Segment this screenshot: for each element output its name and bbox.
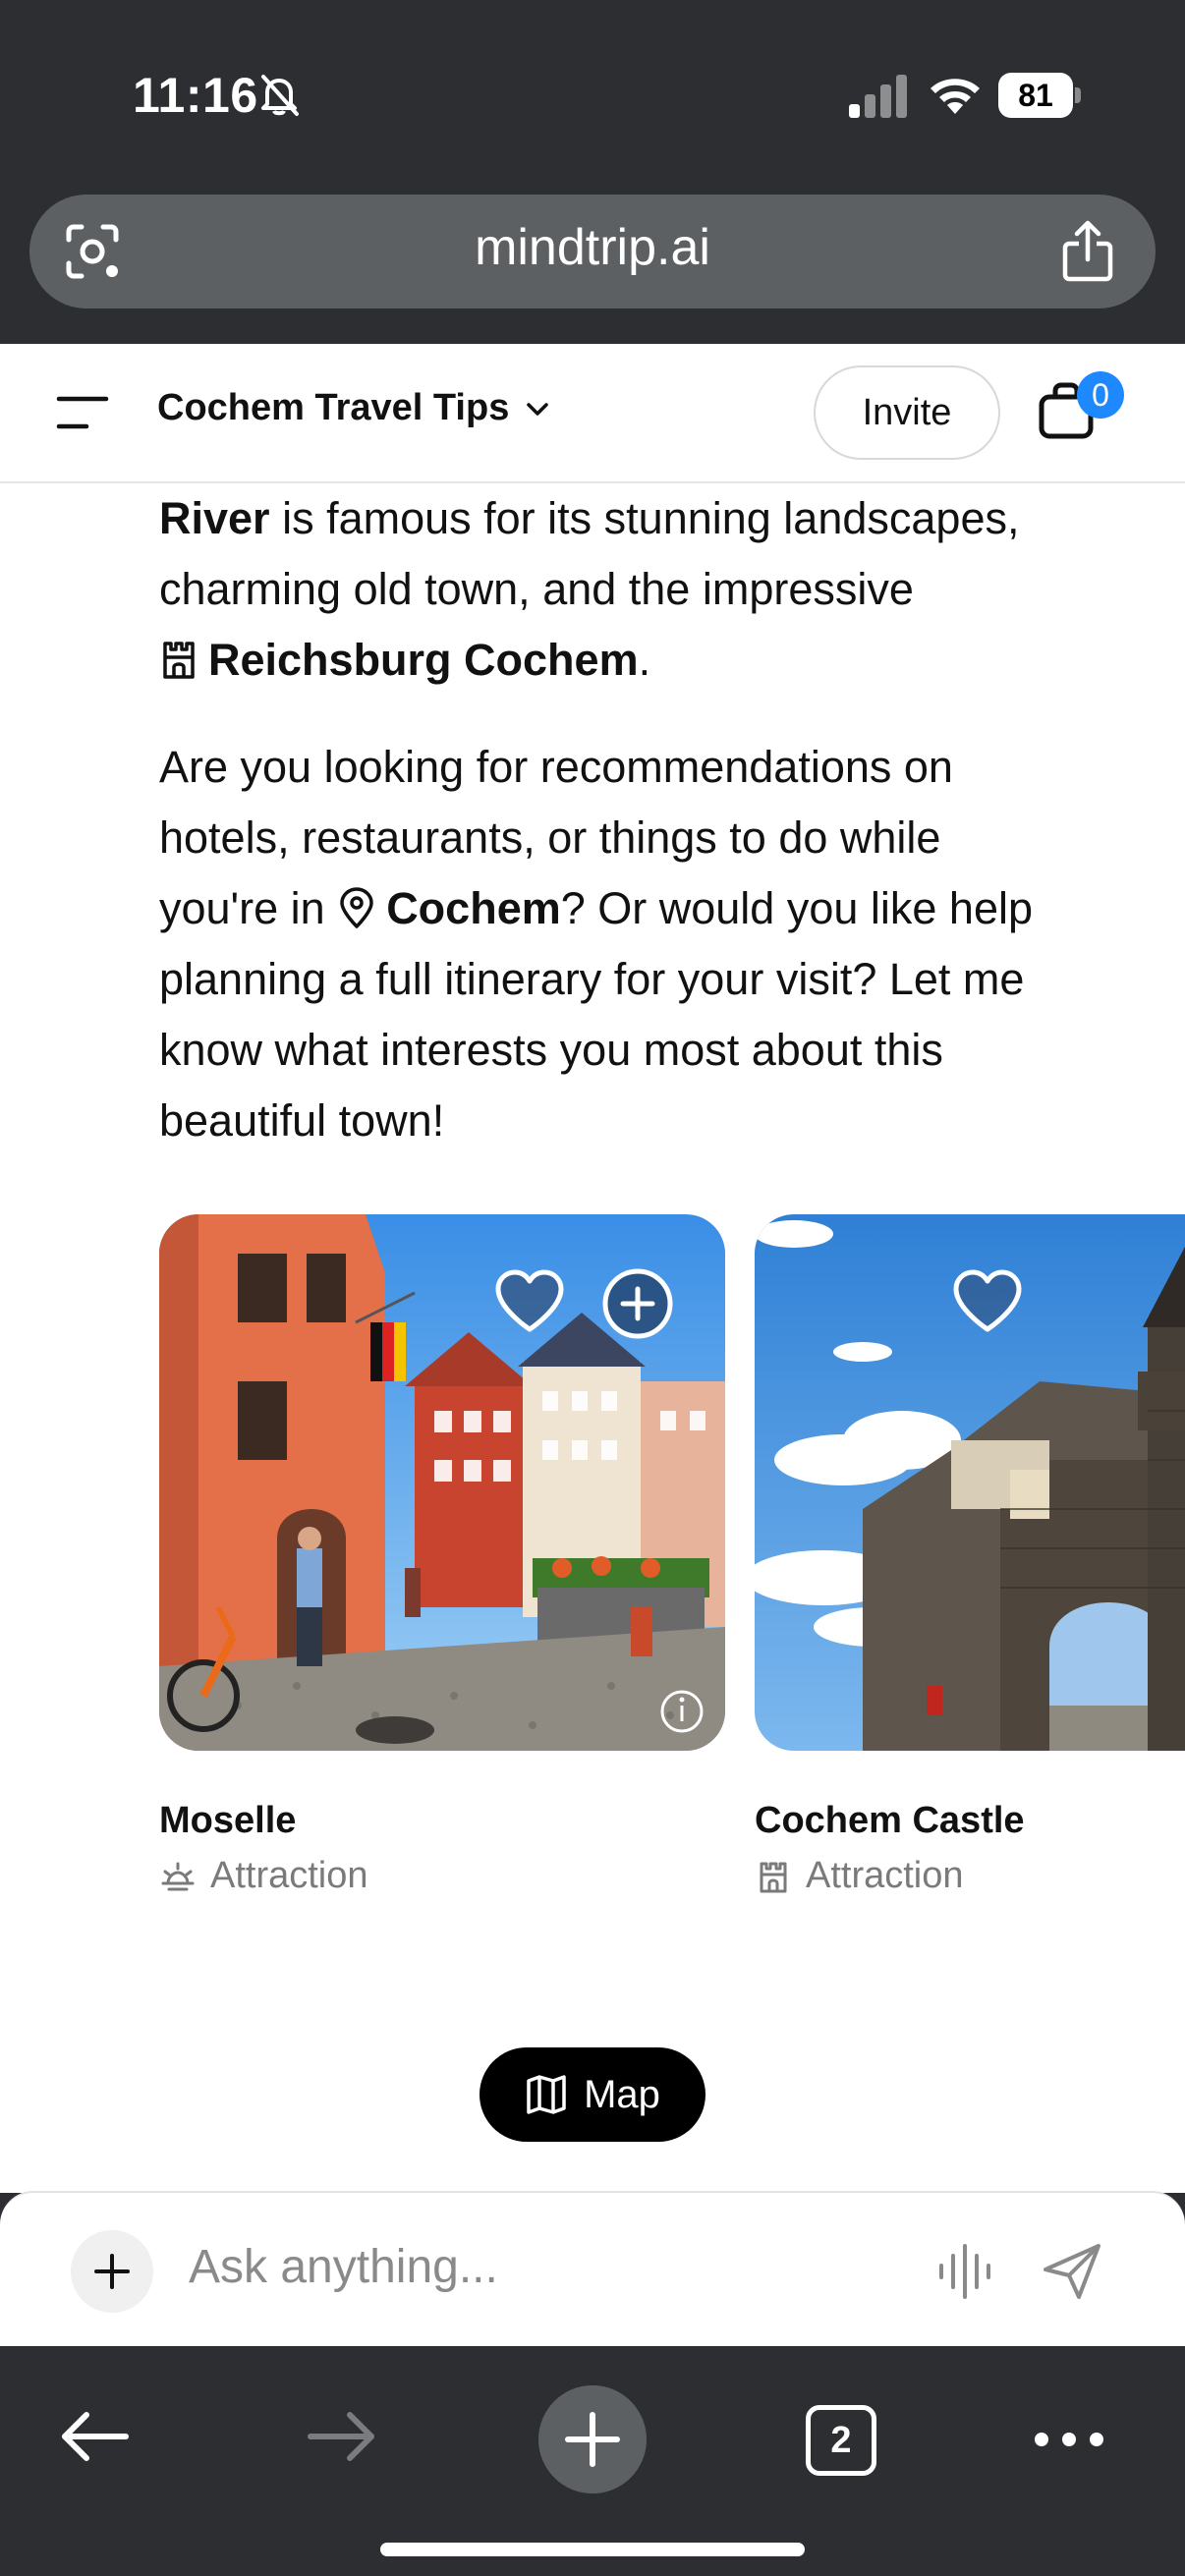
more-options-icon[interactable] (1032, 2425, 1106, 2454)
map-button-label: Map (584, 2072, 660, 2116)
back-arrow-icon[interactable] (57, 2407, 132, 2466)
browser-toolbar: 2 (0, 2346, 1185, 2576)
chat-content: River is famous for its stunning landsca… (0, 483, 1185, 2193)
new-tab-button[interactable] (538, 2385, 647, 2493)
reichsburg-link[interactable]: Reichsburg Cochem (208, 635, 639, 685)
share-icon[interactable] (1059, 220, 1116, 283)
castle-icon (163, 642, 195, 679)
wifi-icon (931, 79, 980, 114)
cart-count-badge: 0 (1077, 371, 1124, 419)
address-bar[interactable]: mindtrip.ai (29, 195, 1156, 308)
signal-icon (849, 75, 907, 118)
river-link[interactable]: River (159, 493, 270, 543)
cochem-castle-photo[interactable] (755, 1214, 1185, 1751)
bell-muted-icon (261, 75, 299, 116)
card-title[interactable]: Moselle (159, 1800, 296, 1842)
card-title[interactable]: Cochem Castle (755, 1800, 1025, 1842)
status-bar: 11:16 81 (0, 0, 1185, 187)
battery-level: 81 (998, 73, 1073, 118)
cochem-link[interactable]: Cochem (386, 883, 561, 933)
castle-icon (760, 1862, 787, 1892)
battery-icon: 81 (998, 73, 1081, 118)
voice-waveform-icon[interactable] (933, 2242, 996, 2301)
menu-icon[interactable] (53, 393, 110, 432)
forward-arrow-icon[interactable] (305, 2407, 379, 2466)
location-pin-icon (340, 887, 373, 928)
map-icon (527, 2075, 566, 2114)
add-attachment-button[interactable] (71, 2230, 153, 2313)
tabs-button[interactable]: 2 (806, 2405, 876, 2476)
sun-icon (161, 1862, 195, 1890)
send-icon[interactable] (1040, 2240, 1104, 2303)
invite-button[interactable]: Invite (814, 365, 1000, 460)
chevron-down-icon (527, 402, 549, 416)
heart-icon[interactable] (951, 1267, 1024, 1334)
message-paragraph-2: Are you looking for recommendations on h… (159, 742, 1033, 1146)
map-button[interactable]: Map (480, 2047, 705, 2142)
moselle-photo[interactable] (159, 1214, 725, 1751)
heart-icon[interactable] (493, 1267, 566, 1334)
card-category: Attraction (755, 1855, 964, 1897)
message-paragraph-1: River is famous for its stunning landsca… (159, 493, 1020, 685)
trip-title-dropdown[interactable]: Cochem Travel Tips (157, 387, 552, 429)
home-indicator (380, 2543, 805, 2556)
message-composer: Ask anything... (0, 2191, 1185, 2346)
url-text[interactable]: mindtrip.ai (29, 218, 1156, 277)
trip-title: Cochem Travel Tips (157, 387, 510, 428)
app-header: Cochem Travel Tips Invite 0 (0, 344, 1185, 483)
card-category: Attraction (159, 1855, 368, 1897)
ask-input[interactable]: Ask anything... (189, 2240, 498, 2294)
status-time: 11:16 (133, 68, 258, 123)
add-to-trip-icon[interactable] (601, 1267, 674, 1340)
